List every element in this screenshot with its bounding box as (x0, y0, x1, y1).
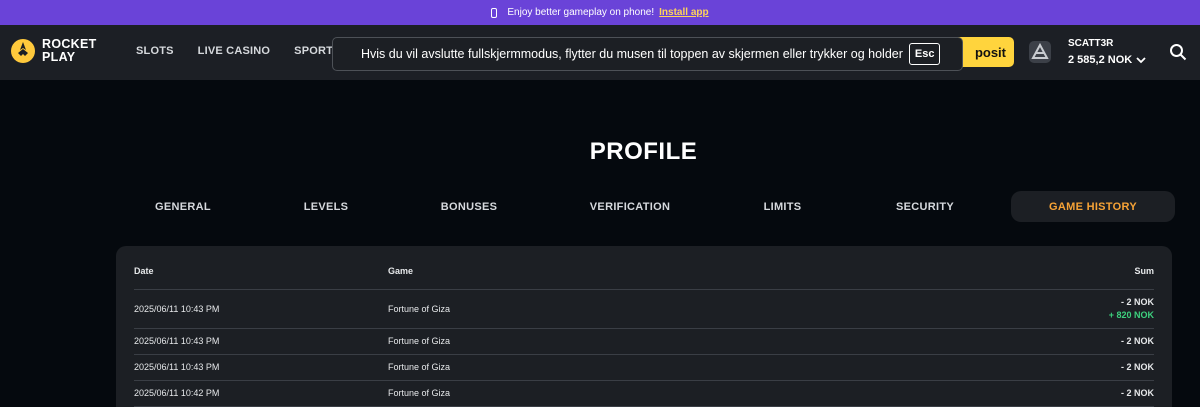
row-date: 2025/06/11 10:42 PM (134, 388, 220, 398)
tab-bonuses[interactable]: BONUSES (396, 191, 542, 222)
nav-live-casino[interactable]: LIVE CASINO (198, 45, 271, 57)
game-history-table: Date Game Sum 2025/06/11 10:43 PM Fortun… (116, 246, 1172, 407)
row-win: + 820 NOK (1108, 310, 1154, 320)
header-date: Date (134, 266, 154, 276)
promo-text: Enjoy better gameplay on phone! (507, 7, 655, 18)
profile-tabs: GENERAL LEVELS BONUSES VERIFICATION LIMI… (110, 191, 1175, 222)
nav-slots[interactable]: SLOTS (136, 45, 174, 57)
chevron-down-icon[interactable] (1136, 56, 1146, 64)
rocket-logo-icon (11, 39, 35, 63)
search-icon[interactable] (1169, 43, 1187, 61)
table-row: 2025/06/11 10:43 PM Fortune of Giza - 2 … (134, 289, 1154, 329)
row-date: 2025/06/11 10:43 PM (134, 336, 220, 346)
main-nav: SLOTS LIVE CASINO SPORTS (136, 45, 341, 57)
table-row: 2025/06/11 10:42 PM Fortune of Giza - 2 … (134, 380, 1154, 406)
tab-general[interactable]: GENERAL (110, 191, 256, 222)
header-game: Game (388, 266, 414, 276)
row-game[interactable]: Fortune of Giza (388, 336, 450, 346)
page-title: PROFILE (589, 138, 698, 165)
tab-limits[interactable]: LIMITS (718, 191, 847, 222)
row-sum: - 2 NOK (1120, 388, 1154, 398)
header-sum: Sum (1134, 266, 1154, 276)
table-header: Date Game Sum (134, 266, 1154, 290)
avatar-icon[interactable] (1027, 39, 1053, 65)
fullscreen-notice-text: Hvis du vil avslutte fullskjermmodus, fl… (361, 47, 903, 61)
username: SCATT3R (1068, 38, 1114, 49)
row-sum: - 2 NOK (1120, 336, 1154, 346)
table-row: 2025/06/11 10:43 PM Fortune of Giza - 2 … (134, 328, 1154, 354)
logo[interactable]: ROCKET PLAY (10, 38, 97, 64)
tab-levels[interactable]: LEVELS (256, 191, 396, 222)
user-account[interactable]: SCATT3R 2 585,2 NOK (1068, 38, 1146, 66)
promo-bar: Enjoy better gameplay on phone! Install … (0, 0, 1200, 25)
balance: 2 585,2 NOK (1068, 54, 1133, 66)
row-sum: - 2 NOK (1120, 297, 1154, 307)
row-sum: - 2 NOK (1120, 362, 1154, 372)
esc-key-badge: Esc (908, 43, 941, 65)
tab-game-history[interactable]: GAME HISTORY (1011, 191, 1175, 222)
tab-verification[interactable]: VERIFICATION (542, 191, 718, 222)
row-date: 2025/06/11 10:43 PM (134, 362, 220, 372)
logo-line-2: PLAY (42, 50, 76, 64)
install-app-link[interactable]: Install app (659, 7, 708, 18)
phone-icon (491, 7, 498, 18)
tab-security[interactable]: SECURITY (847, 191, 1003, 222)
row-game[interactable]: Fortune of Giza (388, 304, 450, 314)
table-row: 2025/06/11 10:43 PM Fortune of Giza - 2 … (134, 354, 1154, 380)
row-date: 2025/06/11 10:43 PM (134, 304, 220, 314)
row-game[interactable]: Fortune of Giza (388, 362, 450, 372)
row-game[interactable]: Fortune of Giza (388, 388, 450, 398)
fullscreen-notice: Hvis du vil avslutte fullskjermmodus, fl… (332, 37, 963, 71)
